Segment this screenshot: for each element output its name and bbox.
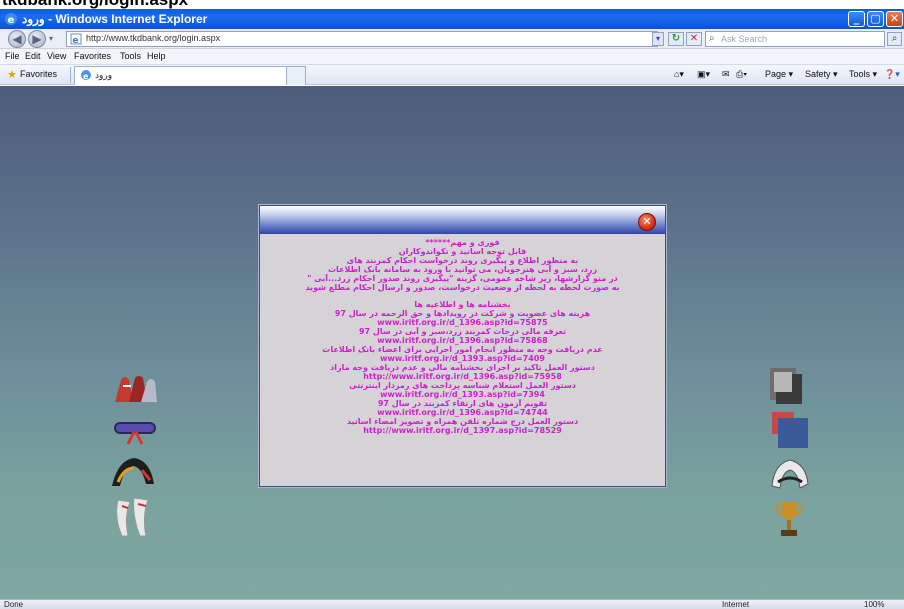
dialog-message: فوری و مهم****** قابل توجه اساتید و تکوا… (260, 238, 665, 478)
menu-bar: File Edit View Favorites Tools Help (0, 49, 904, 65)
sparring-headgear-icon (771, 459, 809, 489)
status-bar: Done Internet 100% (0, 599, 904, 609)
message-line: به منظور اطلاع و پیگیری روند درخواست احک… (346, 256, 579, 265)
blue-card-icon (772, 412, 808, 448)
new-tab-button[interactable] (286, 66, 306, 85)
announcement-dialog: ✕ فوری و مهم****** قابل توجه اساتید و تک… (259, 205, 666, 487)
home-icon[interactable]: ⌂▾ (674, 69, 684, 80)
favorites-button[interactable]: Favorites (20, 69, 57, 79)
toolbar-divider (70, 67, 71, 83)
trophy-icon (774, 502, 804, 536)
menu-view[interactable]: View (47, 51, 66, 61)
message-line: در منو گزارشها، زیر شاخه عمومی، گزینه "پ… (307, 274, 618, 283)
message-line: قابل توجه اساتید و تکواندوکاران (398, 247, 527, 256)
url-dropdown-icon[interactable]: ▾ (652, 32, 664, 46)
message-line: دستور العمل درج شماره تلفن همراه و تصویر… (346, 417, 579, 426)
belt-icon (114, 422, 156, 445)
menu-edit[interactable]: Edit (25, 51, 41, 61)
document-box-icon (770, 368, 802, 404)
announcement-link[interactable]: www.iritf.org.ir/d_1393.asp?id=7409 (260, 354, 665, 363)
maximize-button[interactable]: ▢ (867, 11, 884, 27)
minimize-button[interactable]: _ (848, 11, 865, 27)
search-input[interactable]: ⌕ Ask Search (705, 31, 885, 47)
menu-help[interactable]: Help (147, 51, 166, 61)
page-content: ✕ فوری و مهم****** قابل توجه اساتید و تک… (0, 86, 904, 599)
help-icon[interactable]: ❓▾ (884, 69, 900, 80)
kick-pad-icon (112, 458, 154, 486)
address-bar: ◀ ▶ ▾ e http://www.tkdbank.org/login.asp… (0, 29, 904, 49)
message-line: به صورت لحظه به لحظه از وضعیت درخواست، ص… (305, 283, 620, 292)
feeds-icon[interactable]: ▣▾ (697, 69, 710, 80)
page-menu[interactable]: Page ▾ (765, 69, 793, 80)
taekwondo-gloves-icon (115, 376, 157, 402)
tools-menu[interactable]: Tools ▾ (849, 69, 877, 80)
search-placeholder: Ask Search (721, 34, 768, 44)
svg-text:e: e (83, 72, 89, 81)
menu-favorites[interactable]: Favorites (74, 51, 111, 61)
announcement-link[interactable]: www.iritf.org.ir/d_1396.asp?id=74744 (260, 408, 665, 417)
forward-button[interactable]: ▶ (28, 30, 46, 48)
print-icon[interactable]: ⎙▾ (736, 69, 747, 80)
favorites-bar: ★ Favorites e ورود ⌂▾ ▣▾ ✉ ⎙▾ Page ▾ Saf… (0, 65, 904, 85)
stop-button[interactable]: ✕ (686, 32, 702, 46)
url-text[interactable]: http://www.tkdbank.org/login.aspx (86, 33, 220, 43)
message-line: دستور العمل تاکید بر اجرای بخشنامه مالی … (330, 363, 595, 372)
shin-guard-icon (116, 497, 149, 537)
message-line: تقویم آزمون های ارتقاء کمربند در سال 97 (377, 399, 548, 408)
message-line: زرد، سبز و آبی هنرجویان، می توانید با ور… (327, 265, 598, 274)
mail-icon[interactable]: ✉ (722, 69, 730, 80)
url-field[interactable]: e http://www.tkdbank.org/login.aspx (66, 31, 658, 47)
status-text: Done (4, 600, 24, 609)
tab-favicon-icon: e (81, 70, 91, 81)
search-go-button[interactable]: ⌕ (887, 32, 902, 46)
tab-login[interactable]: e ورود (74, 66, 306, 85)
refresh-button[interactable]: ↻ (668, 32, 684, 46)
menu-tools[interactable]: Tools (120, 51, 141, 61)
announcements-heading: بخشنامه ها و اطلاعیه ها (414, 300, 511, 309)
close-window-button[interactable]: ✕ (886, 11, 903, 27)
history-dropdown-icon[interactable]: ▾ (49, 34, 53, 43)
message-line: فوری و مهم****** (425, 238, 500, 247)
window-title: ورود - Windows Internet Explorer (22, 12, 208, 26)
message-line: تعرفه مالی درجات کمربند زرد،سبز و آبی در… (358, 327, 567, 336)
menu-file[interactable]: File (5, 51, 20, 61)
svg-text:e: e (8, 15, 15, 26)
back-button[interactable]: ◀ (8, 30, 26, 48)
dialog-close-button[interactable]: ✕ (638, 213, 656, 231)
favorites-star-icon[interactable]: ★ (7, 68, 17, 81)
dialog-header: ✕ (260, 206, 665, 234)
message-line: عدم دریافت وجه به منظور انجام امور اجرای… (322, 345, 603, 354)
message-line: دستور العمل استعلام شناسه پرداخت های رمز… (349, 381, 576, 390)
page-url-caption: tkdbank.org/login.aspx (0, 0, 904, 9)
tab-title: ورود (95, 70, 113, 80)
announcement-link[interactable]: www.iritf.org.ir/d_1393.asp?id=7394 (260, 390, 665, 399)
message-line: هزینه های عضویت و شرکت در رویدادها و حق … (334, 309, 591, 318)
zoom-level[interactable]: 100% (864, 600, 884, 609)
page-favicon-icon: e (70, 33, 82, 45)
message-spacer (260, 292, 665, 300)
svg-text:e: e (73, 36, 79, 45)
announcement-link[interactable]: www.iritf.org.ir/d_1396.asp?id=75875 (260, 318, 665, 327)
ie-icon: e (5, 13, 17, 26)
announcement-link[interactable]: http://www.iritf.org.ir/d_1396.asp?id=75… (260, 372, 665, 381)
search-icon: ⌕ (709, 33, 715, 44)
safety-menu[interactable]: Safety ▾ (805, 69, 838, 80)
title-bar: e ورود - Windows Internet Explorer _ ▢ ✕ (0, 9, 904, 29)
announcement-link[interactable]: http://www.iritf.org.ir/d_1397.asp?id=78… (260, 426, 665, 435)
announcement-link[interactable]: www.iritf.org.ir/d_1396.asp?id=75868 (260, 336, 665, 345)
security-zone: Internet (722, 600, 750, 609)
